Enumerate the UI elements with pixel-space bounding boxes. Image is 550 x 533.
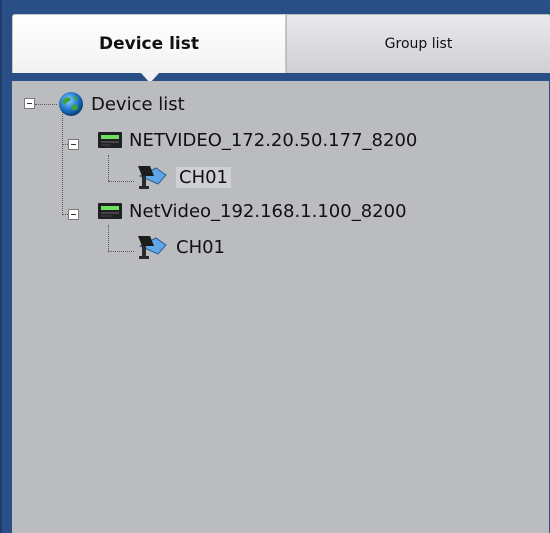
device-tree[interactable]: Device list NETVIDEO_172.20.50.177_8200 …	[12, 81, 549, 533]
tree-node-device-label: NetVideo_192.168.1.100_8200	[129, 200, 407, 222]
tree-line	[62, 111, 63, 215]
tab-bar: Device list Group list	[12, 14, 550, 83]
tree-node-channel-label: CH01	[176, 166, 232, 188]
tree-node-device-label: NETVIDEO_172.20.50.177_8200	[129, 129, 418, 151]
tree-node-channel-label: CH01	[176, 236, 226, 258]
device-collapse-toggle[interactable]	[68, 139, 79, 150]
tab-group-list-label: Group list	[384, 36, 453, 52]
tab-group-list[interactable]: Group list	[286, 14, 550, 73]
dvr-device-icon	[98, 132, 122, 148]
camera-icon	[138, 166, 167, 189]
tree-line	[108, 181, 134, 182]
tree-line	[108, 251, 134, 252]
globe-icon	[59, 92, 83, 116]
tab-device-list[interactable]: Device list	[12, 14, 286, 83]
device-panel: Device list Group list Device list NETVI…	[0, 0, 550, 533]
dvr-device-icon	[98, 203, 122, 219]
tree-node-channel[interactable]: CH01	[136, 233, 225, 261]
tree-node-channel[interactable]: CH01	[136, 163, 232, 191]
tree-line	[35, 104, 57, 105]
camera-icon	[138, 236, 167, 259]
tree-line	[108, 155, 109, 181]
tab-device-list-label: Device list	[99, 34, 199, 54]
root-collapse-toggle[interactable]	[24, 98, 35, 109]
tree-node-device[interactable]: NETVIDEO_172.20.50.177_8200	[97, 126, 417, 154]
device-collapse-toggle[interactable]	[68, 209, 79, 220]
tree-node-root-label: Device list	[91, 93, 185, 115]
tree-node-device[interactable]: NetVideo_192.168.1.100_8200	[97, 197, 407, 225]
tree-line	[108, 225, 109, 251]
tree-node-root[interactable]: Device list	[57, 90, 185, 118]
